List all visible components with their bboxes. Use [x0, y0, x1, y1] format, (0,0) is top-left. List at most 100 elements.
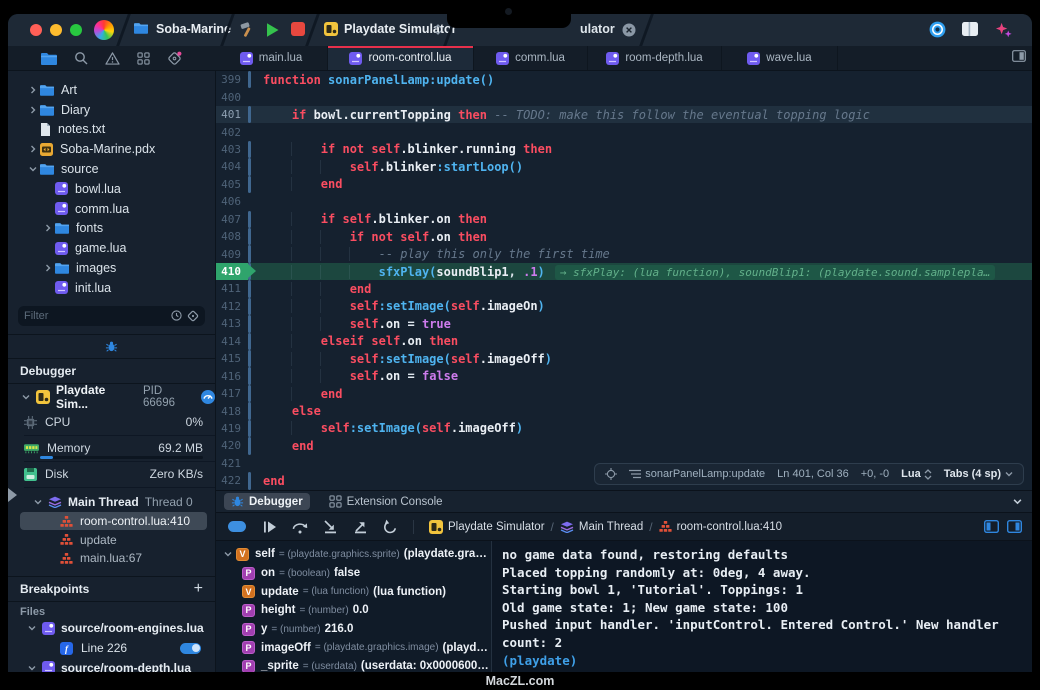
line-number-gutter[interactable]: 416	[216, 367, 248, 384]
stop-icon[interactable]	[291, 22, 305, 36]
line-number-gutter[interactable]: 410	[216, 263, 248, 280]
line-number-gutter[interactable]: 421	[216, 455, 248, 472]
stack-frame-update[interactable]: update	[8, 530, 215, 549]
step-over-icon[interactable]	[292, 520, 308, 534]
tree-item-game.lua[interactable]: game.lua	[8, 238, 215, 258]
step-into-icon[interactable]	[323, 519, 338, 534]
panel-tab-Debugger[interactable]: Debugger	[224, 493, 310, 510]
line-number-gutter[interactable]: 405	[216, 176, 248, 193]
line-number-gutter[interactable]: 406	[216, 193, 248, 210]
sidebar-tab-symbols[interactable]	[137, 52, 150, 65]
thread-row[interactable]: Main ThreadThread 0	[8, 492, 215, 512]
breadcrumb-Main Thread[interactable]: Main Thread	[560, 521, 643, 533]
line-number-gutter[interactable]: 407	[216, 211, 248, 228]
tab-comm.lua[interactable]: comm.lua	[474, 46, 588, 70]
variable-row-imageOff[interactable]: PimageOff= (playdate.graphics.image)(pla…	[216, 638, 490, 657]
debug-console[interactable]: no game data found, restoring defaultsPl…	[491, 541, 1032, 672]
line-number-gutter[interactable]: 419	[216, 420, 248, 437]
chevron-updown-icon[interactable]	[434, 24, 442, 35]
close-window-button[interactable]	[30, 24, 42, 36]
tag-icon[interactable]	[187, 310, 199, 322]
variable-row-height[interactable]: Pheight= (number)0.0	[216, 601, 490, 620]
line-number-gutter[interactable]: 415	[216, 350, 248, 367]
breakpoint-toggle[interactable]	[180, 643, 201, 654]
tree-item-Diary[interactable]: Diary	[8, 100, 215, 120]
variable-row-y[interactable]: Py= (number)216.0	[216, 620, 490, 639]
tab-settings-selector[interactable]: Tabs (4 sp)	[944, 468, 1001, 480]
zoom-window-button[interactable]	[70, 24, 82, 36]
language-selector[interactable]: Lua	[901, 468, 921, 480]
close-tab-icon[interactable]	[622, 23, 636, 37]
preview-eye-icon[interactable]	[929, 21, 946, 38]
run-play-icon[interactable]	[265, 22, 280, 38]
breadcrumb-Playdate Simulator[interactable]: Playdate Simulator	[429, 520, 545, 534]
line-number-gutter[interactable]: 411	[216, 280, 248, 297]
line-number-gutter[interactable]: 420	[216, 437, 248, 454]
sidebar-tab-search[interactable]	[74, 51, 88, 65]
tree-item-comm.lua[interactable]: comm.lua	[8, 199, 215, 219]
tree-item-source[interactable]: source	[8, 159, 215, 179]
tree-item-images[interactable]: images	[8, 258, 215, 278]
project-name[interactable]: Soba-Marine	[156, 22, 231, 36]
tab-room-depth.lua[interactable]: room-depth.lua	[588, 46, 722, 70]
breakpoint-file-source/room-engines.lua[interactable]: source/room-engines.lua	[8, 618, 215, 638]
code-editor[interactable]: 399function sonarPanelLamp:update()40040…	[216, 71, 1032, 490]
line-number-gutter[interactable]: 404	[216, 158, 248, 175]
variable-row-on[interactable]: Pon= (boolean)false	[216, 564, 490, 583]
sidebar-tab-files[interactable]	[41, 52, 57, 65]
breakpoint-file-source/room-depth.lua[interactable]: source/room-depth.lua	[8, 658, 215, 672]
tree-item-notes.txt[interactable]: notes.txt	[8, 120, 215, 140]
tree-item-init.lua[interactable]: init.lua	[8, 278, 215, 298]
line-number-gutter[interactable]: 402	[216, 123, 248, 140]
split-editor-icon[interactable]	[1012, 50, 1026, 62]
breakpoint-source/room-engines.lua-Line 226[interactable]: fLine 226	[8, 638, 215, 658]
tree-item-fonts[interactable]: fonts	[8, 219, 215, 239]
reference-book-icon[interactable]	[962, 22, 978, 36]
sidebar-tab-issues[interactable]	[105, 52, 120, 65]
stack-frame-main.lua:67[interactable]: main.lua:67	[8, 549, 215, 568]
variable-row-self[interactable]: Vself= (playdate.graphics.sprite)(playda…	[216, 545, 490, 564]
breadcrumb-room-control.lua:410[interactable]: room-control.lua:410	[659, 521, 782, 533]
tab-room-control.lua[interactable]: room-control.lua	[328, 46, 474, 70]
collapse-panel-chevron-icon[interactable]	[1013, 497, 1022, 506]
tab-wave.lua[interactable]: wave.lua	[722, 46, 838, 70]
line-number-gutter[interactable]: 399	[216, 71, 248, 88]
symbol-list-icon[interactable]	[629, 469, 641, 479]
debug-process-row[interactable]: Playdate Sim...PID 66696	[8, 384, 215, 410]
line-number-gutter[interactable]: 409	[216, 245, 248, 262]
hidden-tab-label[interactable]: ulator	[580, 22, 615, 36]
filter-field[interactable]: Filter	[18, 306, 205, 326]
sidebar-tab-extensions[interactable]	[167, 51, 182, 66]
line-number-gutter[interactable]: 417	[216, 385, 248, 402]
line-number-gutter[interactable]: 400	[216, 88, 248, 105]
clock-icon[interactable]	[171, 310, 182, 321]
sparkle-icon[interactable]	[995, 21, 1012, 38]
line-number-gutter[interactable]: 418	[216, 402, 248, 419]
line-number-gutter[interactable]: 413	[216, 315, 248, 332]
app-icon[interactable]	[94, 20, 114, 40]
panel-tab-Extension Console[interactable]: Extension Console	[322, 493, 450, 510]
build-hammer-icon[interactable]	[238, 22, 255, 38]
pane-layout-right-icon[interactable]	[1007, 520, 1022, 533]
crosshair-icon[interactable]	[605, 468, 617, 480]
minimize-window-button[interactable]	[50, 24, 62, 36]
tree-item-Soba-Marine.pdx[interactable]: Soba-Marine.pdx	[8, 139, 215, 159]
line-number-gutter[interactable]: 408	[216, 228, 248, 245]
continue-icon[interactable]	[263, 520, 277, 534]
line-number-gutter[interactable]: 401	[216, 106, 248, 123]
pane-layout-left-icon[interactable]	[984, 520, 999, 533]
variable-row-_sprite[interactable]: P_sprite= (userdata)(userdata: 0x0000600…	[216, 657, 490, 672]
variable-row-update[interactable]: Vupdate= (lua function)(lua function)	[216, 582, 490, 601]
line-number-gutter[interactable]: 403	[216, 141, 248, 158]
tree-item-bowl.lua[interactable]: bowl.lua	[8, 179, 215, 199]
debug-sidebar-tab[interactable]	[8, 334, 215, 359]
step-out-icon[interactable]	[353, 519, 368, 534]
current-symbol[interactable]: sonarPanelLamp:update	[645, 468, 765, 480]
breakpoints-toggle-icon[interactable]	[228, 521, 248, 532]
line-number-gutter[interactable]: 422	[216, 472, 248, 489]
tree-item-Art[interactable]: Art	[8, 80, 215, 100]
line-number-gutter[interactable]: 412	[216, 298, 248, 315]
stack-frame-room-control.lua:410[interactable]: room-control.lua:410	[20, 512, 207, 531]
line-number-gutter[interactable]: 414	[216, 333, 248, 350]
add-breakpoint-button[interactable]: +	[194, 580, 203, 598]
